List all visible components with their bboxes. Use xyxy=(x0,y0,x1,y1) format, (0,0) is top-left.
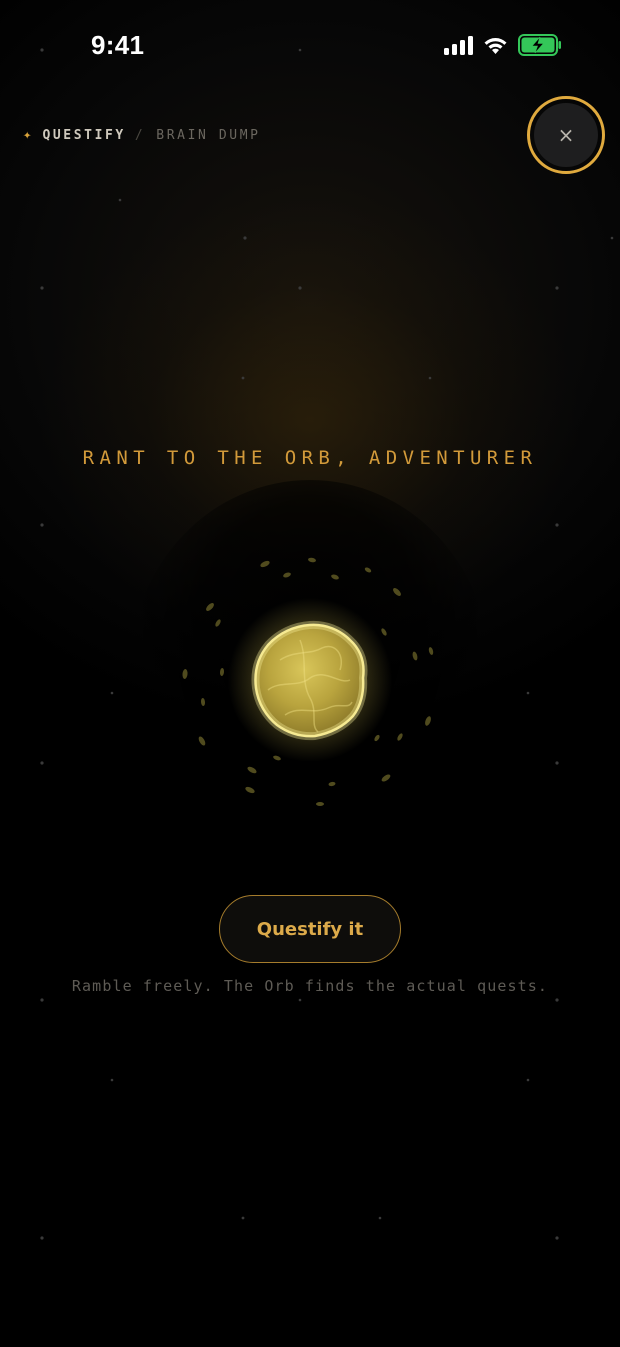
sparkle-icon: ✦ xyxy=(23,127,32,143)
status-icons xyxy=(444,34,562,56)
close-button[interactable]: × xyxy=(527,96,605,174)
glowing-orb-icon[interactable] xyxy=(150,520,470,840)
breadcrumb-app-name[interactable]: QUESTIFY xyxy=(42,128,125,143)
wifi-icon xyxy=(482,35,509,55)
status-bar: 9:41 xyxy=(0,0,620,92)
breadcrumb-separator: / xyxy=(134,127,146,143)
cellular-signal-icon xyxy=(444,35,473,55)
breadcrumb: ✦ QUESTIFY / BRAIN DUMP xyxy=(23,127,261,143)
page-headline: RANT TO THE ORB, ADVENTURER xyxy=(82,447,538,469)
battery-charging-icon xyxy=(518,34,562,56)
close-icon: × xyxy=(534,103,598,167)
helper-text: Ramble freely. The Orb finds the actual … xyxy=(71,977,549,995)
questify-it-button[interactable]: Questify it xyxy=(219,895,401,963)
status-time: 9:41 xyxy=(91,30,145,60)
brain-dump-screen: 9:41 ✦ QUESTIFY / BRAIN DUMP × RANT TO T… xyxy=(0,0,620,1347)
breadcrumb-current-page: BRAIN DUMP xyxy=(156,127,261,143)
